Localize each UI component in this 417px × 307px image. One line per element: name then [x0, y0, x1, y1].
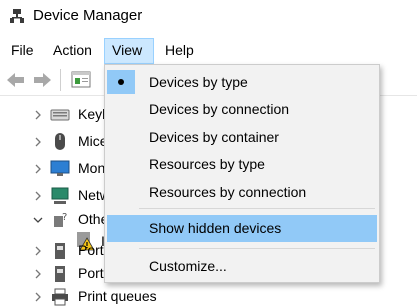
window-title: Device Manager [33, 7, 143, 24]
tree-item-label: Print queues [78, 288, 157, 304]
chevron-right-icon[interactable] [32, 135, 44, 147]
menu-separator [139, 208, 375, 209]
chevron-right-icon[interactable] [32, 162, 44, 174]
menu-item-label: Show hidden devices [149, 220, 282, 236]
printer-icon [50, 287, 70, 307]
menu-bar: File Action View Help [0, 38, 417, 64]
chevron-right-icon[interactable] [32, 244, 44, 256]
menu-help[interactable]: Help [158, 38, 201, 64]
menu-item-label: Devices by container [149, 129, 279, 145]
port-icon [50, 264, 70, 284]
view-dropdown-menu: Devices by type Devices by connection De… [104, 64, 380, 283]
menu-action[interactable]: Action [46, 38, 99, 64]
tree-item-print-queues[interactable]: Print queues [0, 284, 417, 307]
mouse-icon [50, 132, 70, 152]
chevron-right-icon[interactable] [32, 189, 44, 201]
chevron-right-icon[interactable] [32, 290, 44, 302]
menu-item-show-hidden-devices[interactable]: Show hidden devices [107, 215, 377, 242]
menu-item-label: Devices by connection [149, 101, 290, 117]
menu-item-label: Resources by connection [149, 184, 307, 200]
monitor-icon [50, 159, 70, 179]
device-manager-icon [9, 8, 25, 24]
menu-file[interactable]: File [4, 38, 41, 64]
menu-item-devices-by-container[interactable]: Devices by container [107, 125, 377, 149]
back-arrow-icon[interactable] [5, 70, 27, 90]
menu-item-devices-by-type[interactable]: Devices by type [107, 70, 377, 94]
chevron-right-icon[interactable] [32, 108, 44, 120]
menu-view[interactable]: View [104, 38, 154, 64]
port-icon [50, 241, 70, 261]
menu-item-resources-by-type[interactable]: Resources by type [107, 152, 377, 176]
tree-item-label: Port [78, 265, 104, 281]
title-bar: Device Manager [0, 0, 417, 34]
properties-icon[interactable] [70, 70, 92, 90]
chevron-right-icon[interactable] [32, 267, 44, 279]
forward-arrow-icon[interactable] [31, 70, 53, 90]
menu-item-label: Devices by type [149, 74, 248, 90]
menu-item-resources-by-connection[interactable]: Resources by connection [107, 180, 377, 204]
menu-item-label: Resources by type [149, 156, 265, 172]
tree-item-label: Port [78, 242, 104, 258]
menu-item-customize[interactable]: Customize... [107, 254, 377, 278]
keyboard-icon [50, 105, 70, 125]
toolbar-separator [60, 69, 61, 91]
menu-separator [139, 248, 375, 249]
menu-item-devices-by-connection[interactable]: Devices by connection [107, 97, 377, 121]
menu-item-label: Customize... [149, 258, 227, 274]
tree-item-label: Mon [78, 160, 106, 176]
network-adapter-icon [50, 186, 70, 206]
